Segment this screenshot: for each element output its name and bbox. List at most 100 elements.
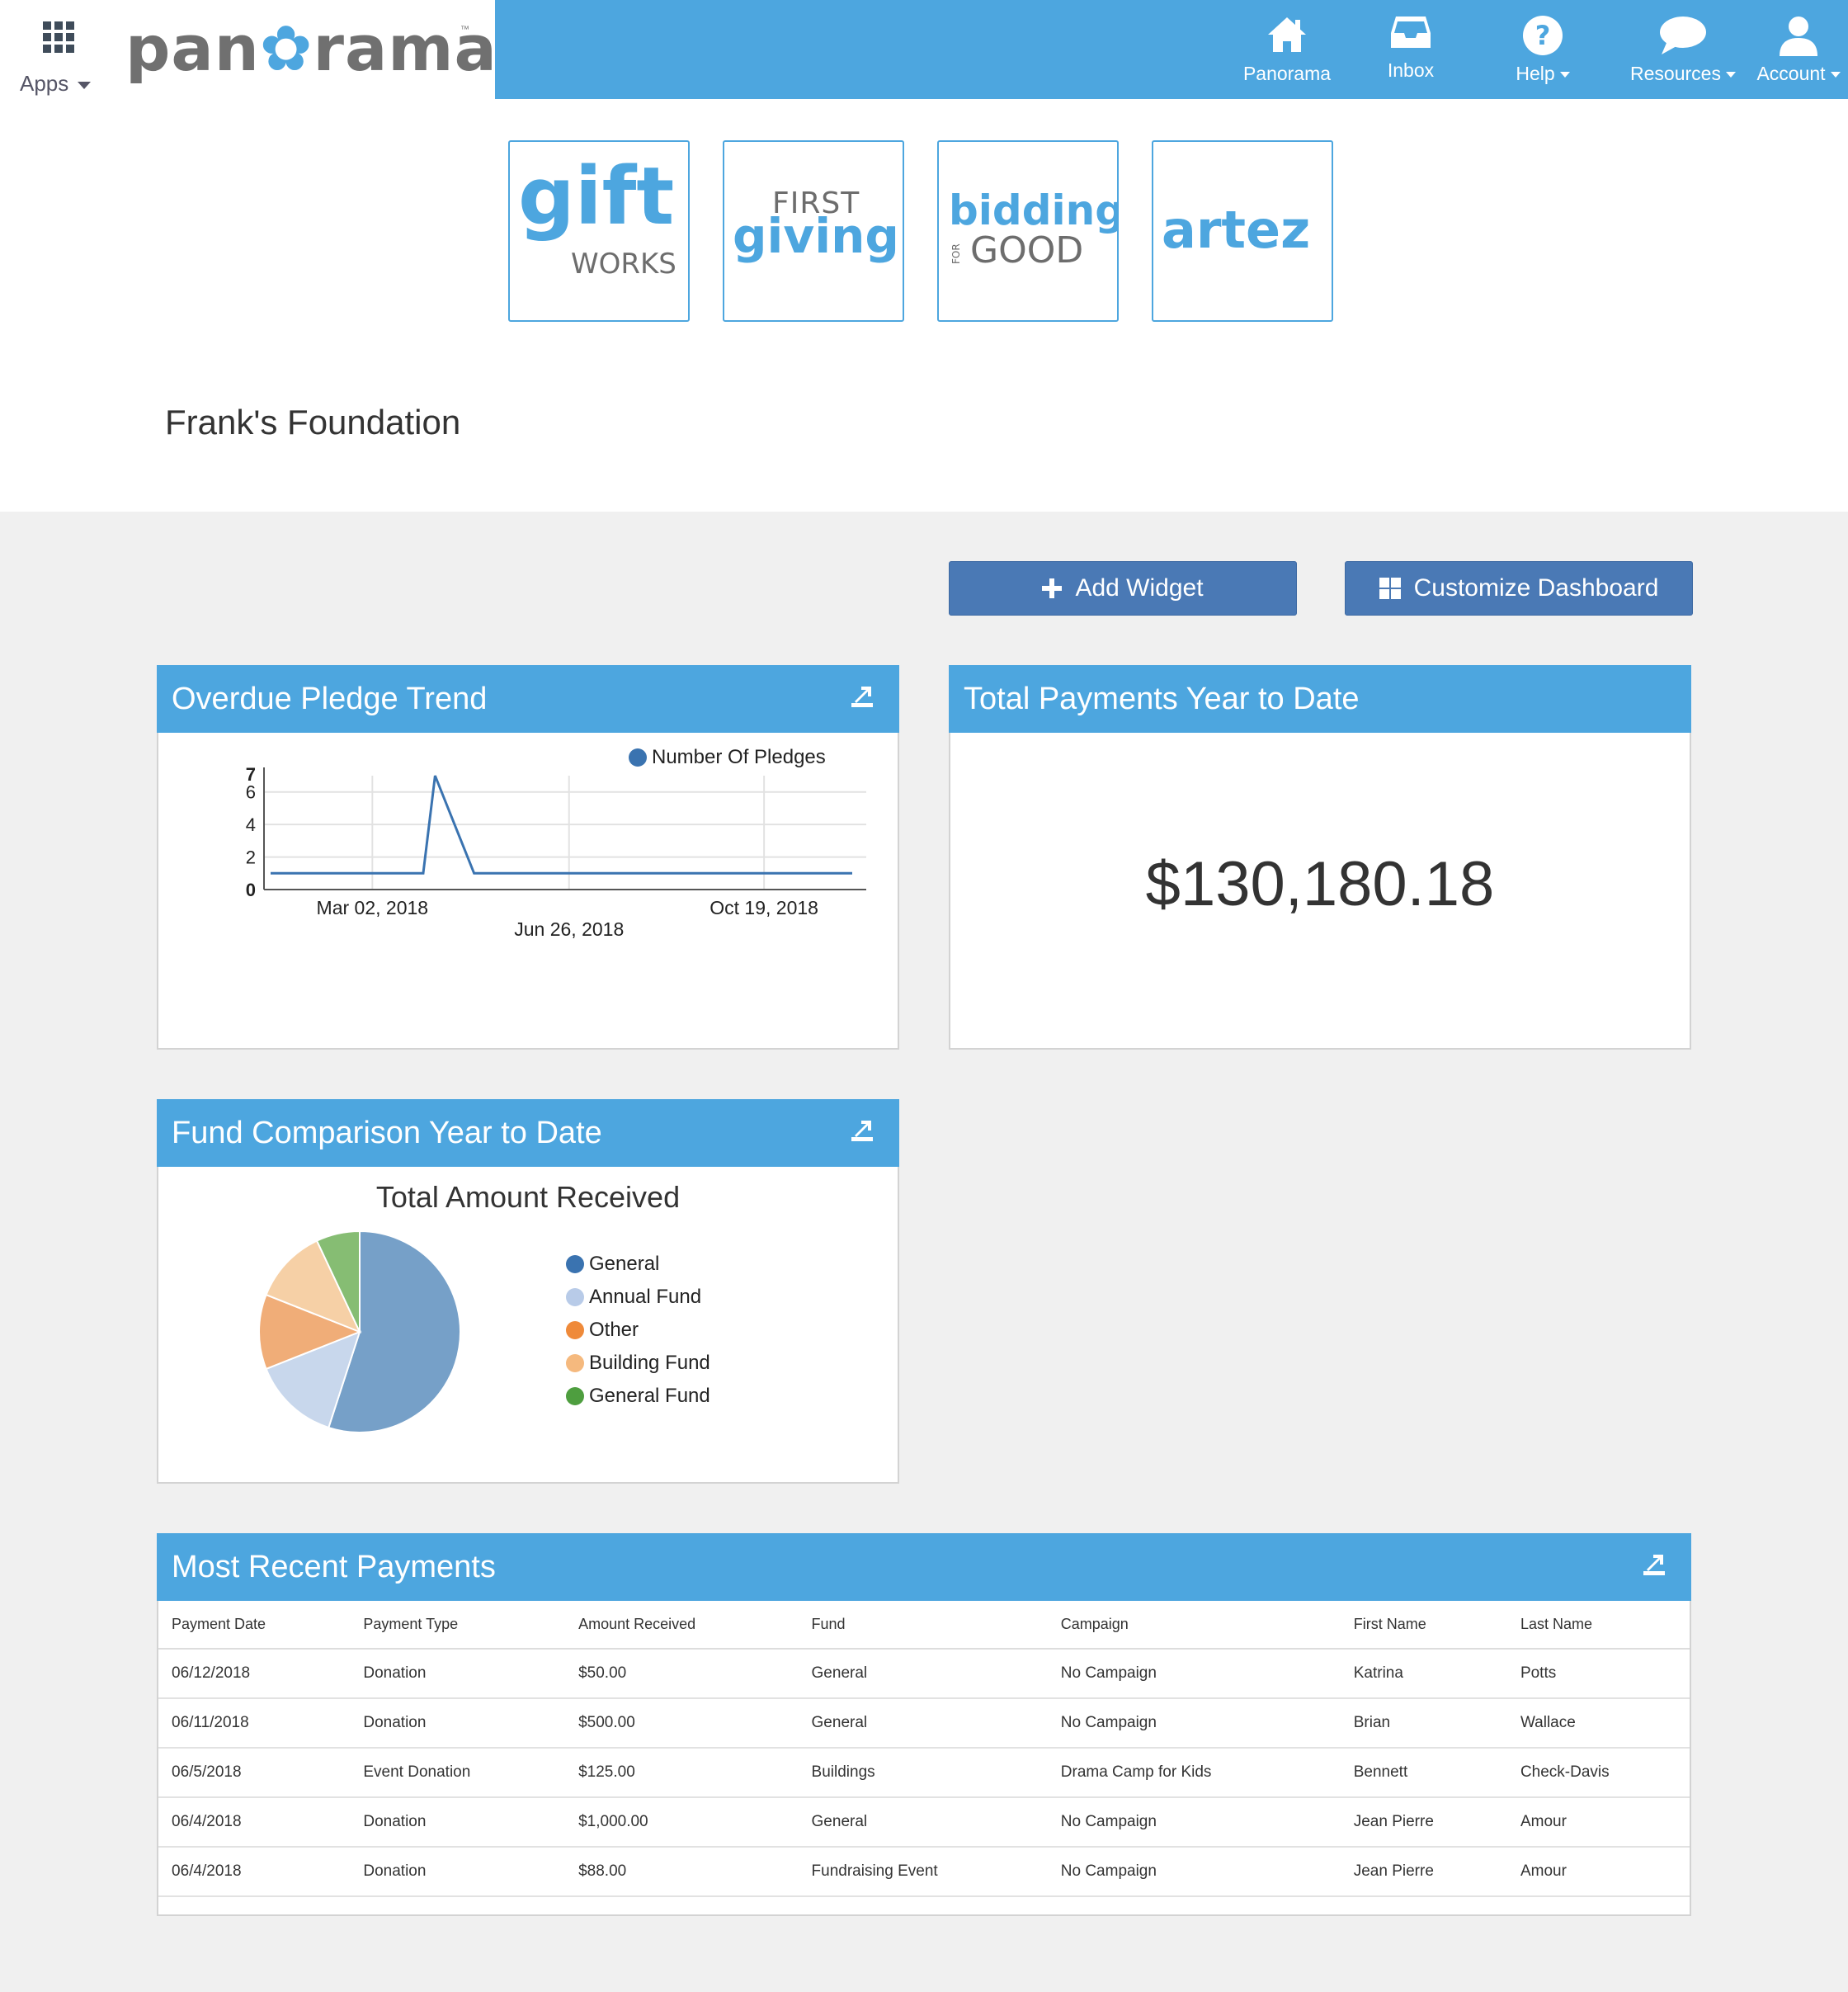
svg-text:?: ? <box>1535 20 1551 51</box>
table-cell: Amour <box>1506 1797 1690 1848</box>
nav-account-label: Account <box>1732 63 1848 85</box>
pie-chart-title: Total Amount Received <box>375 1180 681 1214</box>
app-tile-firstgiving[interactable]: FIRST giving <box>723 140 904 322</box>
legend-label: Annual Fund <box>589 1286 702 1308</box>
table-cell: Bennett <box>1340 1748 1507 1798</box>
table-row[interactable]: 06/12/2018 Donation $50.00 General No Campai… <box>158 1649 1690 1699</box>
home-icon <box>1266 15 1308 59</box>
total-payments-amount: $130,180.18 <box>1145 849 1495 919</box>
legend-label: Building Fund <box>589 1352 710 1374</box>
table-cell: 06/11/2018 <box>158 1698 351 1749</box>
y-tick-label: 6 <box>246 782 256 803</box>
panorama-logo[interactable]: pan✿rama <box>125 12 497 85</box>
table-cell: Brian <box>1340 1698 1507 1749</box>
table-cell: 06/4/2018 <box>158 1797 351 1848</box>
table-cell: Buildings <box>798 1748 1048 1798</box>
table-cell: No Campaign <box>1047 1698 1341 1749</box>
legend-dot <box>566 1255 584 1273</box>
apps-menu-label[interactable]: Apps <box>20 71 68 97</box>
column-header[interactable]: First Name <box>1340 1601 1507 1650</box>
column-header[interactable]: Last Name <box>1506 1601 1690 1650</box>
nav-inbox[interactable]: Inbox <box>1345 0 1477 99</box>
table-cell: 06/12/2018 <box>158 1649 351 1699</box>
apps-caret-icon[interactable] <box>78 82 91 89</box>
widget-recent-payments: Most Recent Payments Payment Date Payment… <box>157 1533 1691 1916</box>
chat-bubble-icon <box>1658 15 1708 60</box>
table-cell: Event Donation <box>350 1748 566 1798</box>
chevron-down-icon <box>1559 72 1570 78</box>
widget-header: Total Payments Year to Date <box>949 665 1691 733</box>
apps-grid-icon[interactable] <box>43 21 74 53</box>
column-header[interactable]: Campaign <box>1047 1601 1341 1650</box>
top-navigation-bar: Panorama Inbox ? Help Resources Account <box>495 0 1848 99</box>
table-cell: $88.00 <box>565 1847 799 1897</box>
table-cell: General <box>798 1698 1048 1749</box>
plus-icon <box>1042 578 1063 598</box>
dashboard-grid-icon <box>1379 578 1401 599</box>
column-header[interactable]: Payment Date <box>158 1601 351 1650</box>
table-cell: 06/4/2018 <box>158 1847 351 1897</box>
export-icon[interactable] <box>850 1119 874 1144</box>
add-widget-button[interactable]: Add Widget <box>949 561 1297 616</box>
legend-dot <box>566 1321 584 1339</box>
widget-header: Overdue Pledge Trend <box>157 665 899 733</box>
column-header[interactable]: Fund <box>798 1601 1048 1650</box>
table-cell: Jean Pierre <box>1340 1847 1507 1897</box>
legend-item-annual-fund: Annual Fund <box>566 1286 701 1309</box>
app-tile-biddingforgood[interactable]: bidding FOR GOOD <box>937 140 1119 322</box>
column-header[interactable]: Amount Received <box>565 1601 799 1650</box>
table-header-row: Payment Date Payment Type Amount Received F… <box>158 1601 1690 1650</box>
table-cell: Amour <box>1506 1847 1690 1897</box>
legend-label: General Fund <box>589 1385 710 1407</box>
column-header[interactable]: Payment Type <box>350 1601 566 1650</box>
app-tile-artez[interactable]: artez <box>1152 140 1333 322</box>
legend-label: General <box>589 1253 660 1275</box>
add-widget-label: Add Widget <box>1075 574 1204 602</box>
table-row[interactable]: 06/5/2018 Event Donation $125.00 Buildings D… <box>158 1748 1690 1798</box>
widget-fund-comparison: Fund Comparison Year to Date Total Amoun… <box>157 1099 899 1484</box>
nav-help[interactable]: ? Help <box>1477 0 1609 99</box>
app-tile-giftworks[interactable]: gift WORKS <box>508 140 690 322</box>
table-cell: Fundraising Event <box>798 1847 1048 1897</box>
legend-item-other: Other <box>566 1319 639 1342</box>
widget-title: Total Payments Year to Date <box>964 682 1360 716</box>
organization-name: Frank's Foundation <box>165 403 461 441</box>
table-cell: Potts <box>1506 1649 1690 1699</box>
table-row[interactable]: 06/11/2018 Donation $500.00 General No Campa… <box>158 1698 1690 1749</box>
table-cell: $125.00 <box>565 1748 799 1798</box>
export-icon[interactable] <box>850 685 874 710</box>
export-icon[interactable] <box>1642 1553 1666 1578</box>
legend-item-general-fund: General Fund <box>566 1385 710 1408</box>
table-cell: No Campaign <box>1047 1649 1341 1699</box>
nav-inbox-label: Inbox <box>1387 59 1435 81</box>
widget-overdue-pledge-trend: Overdue Pledge Trend Number Of Pledges 0… <box>157 665 899 1050</box>
table-row[interactable]: 06/4/2018 Donation $88.00 Fundraising Event… <box>158 1847 1690 1897</box>
table-cell: Donation <box>350 1649 566 1699</box>
payments-table: Payment Date Payment Type Amount Received F… <box>158 1601 1690 1897</box>
help-icon: ? <box>1522 15 1563 60</box>
widget-header: Fund Comparison Year to Date <box>157 1099 899 1167</box>
x-tick-label: Oct 19, 2018 <box>710 897 818 918</box>
table-row[interactable]: 06/4/2018 Donation $1,000.00 General No Camp… <box>158 1797 1690 1848</box>
y-tick-label: 0 <box>246 880 256 900</box>
table-cell: $500.00 <box>565 1698 799 1749</box>
nav-account[interactable]: Account <box>1732 0 1848 99</box>
table-cell: Donation <box>350 1847 566 1897</box>
pledge-line-chart: 0 2 4 67 Mar 02, 2018 Jun 26, 2018 Oct 19, 201… <box>246 764 866 940</box>
user-icon <box>1778 15 1819 62</box>
table-cell: $1,000.00 <box>565 1797 799 1848</box>
table-cell: No Campaign <box>1047 1797 1341 1848</box>
table-cell: No Campaign <box>1047 1847 1341 1897</box>
customize-dashboard-label: Customize Dashboard <box>1413 574 1659 602</box>
table-cell: 06/5/2018 <box>158 1748 351 1798</box>
customize-dashboard-button[interactable]: Customize Dashboard <box>1345 561 1693 616</box>
legend-label: Other <box>589 1319 639 1341</box>
widget-title: Most Recent Payments <box>172 1550 496 1584</box>
inbox-icon <box>1389 15 1432 54</box>
y-tick-label: 7 <box>246 764 256 785</box>
table-cell: General <box>798 1797 1048 1848</box>
legend-dot <box>566 1288 584 1306</box>
legend-dot <box>566 1387 584 1405</box>
dashboard-page: Apps pan✿rama ™ Panorama Inbox ? Help Re… <box>0 0 1848 1992</box>
table-cell: Wallace <box>1506 1698 1690 1749</box>
